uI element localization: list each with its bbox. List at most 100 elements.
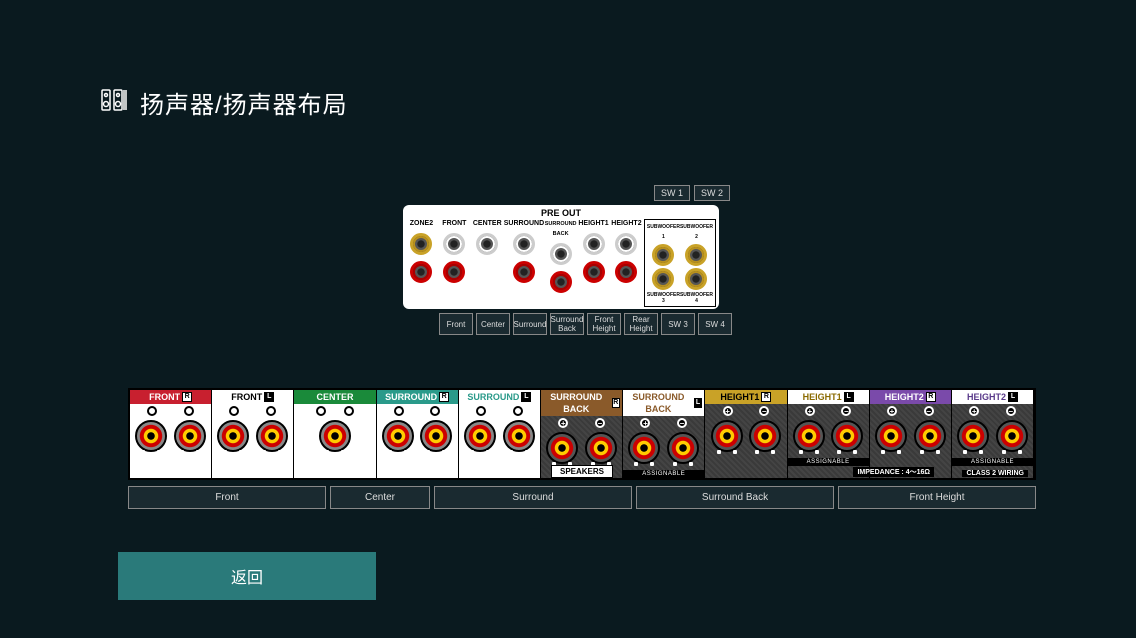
speaker-terminal [831,420,863,452]
preout-panel: PRE OUT ZONE2 FRONT CENTER SURROUND [403,205,719,309]
channel-badge: R [612,398,621,408]
assignable-label: ASSIGNABLE [788,458,869,466]
jack-sub3 [652,268,674,290]
preout-section: SW 1 SW 2 PRE OUT ZONE2 FRONT CENTER SUR… [403,185,732,335]
jack-sb-l [550,243,572,265]
jack-center [476,233,498,255]
preout-button-row: Front Center Surround Surround Back Fron… [403,313,732,335]
polarity-plus: + [147,406,157,416]
speaker-terminal [667,432,699,464]
channel-badge: L [694,398,703,408]
jack-front-l [443,233,465,255]
jack-h2-r [615,261,637,283]
channel-badge: R [182,392,192,402]
speaker-terminal [628,432,660,464]
assignable-label: ASSIGNABLE [623,470,704,478]
speaker-terminal [464,420,496,452]
preout-btn-surround[interactable]: Surround [513,313,547,335]
channel-badge: L [1008,392,1018,402]
polarity-plus: + [476,406,486,416]
preout-col-surround: SURROUND [504,219,544,307]
speaker-terminal [420,420,452,452]
polarity-minus: − [344,406,354,416]
jack-h1-l [583,233,605,255]
speakers-section: FRONTR+−FRONTL+−CENTER+−SURROUNDR+−SURRO… [128,388,1036,509]
spk-col-height2-R: HEIGHT2R+− [870,390,952,478]
preout-col-height2: HEIGHT2 [610,219,643,307]
spk-header: FRONTL [212,390,293,404]
channel-badge: L [844,392,854,402]
assignable-label: ASSIGNABLE [952,458,1033,466]
spk-header: SURROUND BACKR [541,390,622,416]
speaker-terminal [749,420,781,452]
spk-btn-center[interactable]: Center [330,486,430,509]
spk-header-label: CENTER [316,391,353,403]
spk-btn-frontheight[interactable]: Front Height [838,486,1036,509]
spk-col-height1-L: HEIGHT1L+−ASSIGNABLE [788,390,870,478]
spk-header-label: FRONT [231,391,262,403]
jack-surr-l [513,233,535,255]
spk-btn-surround[interactable]: Surround [434,486,632,509]
preout-btn-frontheight[interactable]: Front Height [587,313,621,335]
jack-sub4 [685,268,707,290]
sw1-button[interactable]: SW 1 [654,185,690,201]
spk-btn-surroundback[interactable]: Surround Back [636,486,834,509]
polarity-minus: − [841,406,851,416]
speakers-button-row: Front Center Surround Surround Back Fron… [128,486,1036,509]
jack-sb-r [550,271,572,293]
spk-header: HEIGHT1R [705,390,786,404]
preout-btn-center[interactable]: Center [476,313,510,335]
jack-sub1 [652,244,674,266]
preout-label-zone2: ZONE2 [410,219,433,229]
sw2-button[interactable]: SW 2 [694,185,730,201]
polarity-plus: + [394,406,404,416]
jack-zone2-2 [410,261,432,283]
spk-btn-front[interactable]: Front [128,486,326,509]
back-button[interactable]: 返回 [118,552,376,600]
impedance-label: IMPEDANCE : 4〜16Ω [853,467,934,477]
spk-header-label: SURROUND BACK [543,391,610,415]
preout-btn-rearheight[interactable]: Rear Height [624,313,658,335]
polarity-minus: − [513,406,523,416]
preout-btn-sw3[interactable]: SW 3 [661,313,695,335]
speaker-terminal [711,420,743,452]
spk-col-surroundback-L: SURROUND BACKL+−ASSIGNABLE [623,390,705,478]
speaker-terminal [793,420,825,452]
spk-col-surround-R: SURROUNDR+− [377,390,459,478]
preout-col-height1: HEIGHT1 [577,219,610,307]
spk-col-height1-R: HEIGHT1R+− [705,390,787,478]
class2-label: CLASS 2 WIRING [962,470,1028,477]
preout-label-surround: SURROUND [504,219,544,229]
preout-btn-front[interactable]: Front [439,313,473,335]
spk-header: HEIGHT2L [952,390,1033,404]
spk-header-label: SURROUND [467,391,519,403]
preout-label-surroundback: SURROUND BACK [544,219,577,239]
polarity-plus: + [558,418,568,428]
jack-h1-r [583,261,605,283]
spk-col-surroundback-R: SURROUND BACKR+− [541,390,623,478]
jack-sub2 [685,244,707,266]
polarity-plus: + [887,406,897,416]
channel-badge: R [926,392,936,402]
preout-label-center: CENTER [473,219,502,229]
page-header: 扬声器/扬声器布局 [100,85,348,120]
spk-header: SURROUNDR [377,390,458,404]
polarity-minus: − [1006,406,1016,416]
preout-btn-sw4[interactable]: SW 4 [698,313,732,335]
polarity-minus: − [924,406,934,416]
speaker-terminal [256,420,288,452]
speaker-terminal [957,420,989,452]
channel-badge: R [761,392,771,402]
channel-badge: L [264,392,274,402]
preout-btn-surroundback[interactable]: Surround Back [550,313,584,335]
jack-front-r [443,261,465,283]
preout-col-subwoofers: SUBWOOFER 1 SUBWOOFER 3 SUBWOOFER 2 SUBW… [643,219,717,307]
polarity-plus: + [316,406,326,416]
spk-header: CENTER [294,390,375,404]
speaker-terminal [382,420,414,452]
speaker-terminal [217,420,249,452]
polarity-minus: − [266,406,276,416]
spk-header-label: HEIGHT1 [803,391,842,403]
channel-badge: R [439,392,449,402]
speaker-layout-icon [100,86,128,119]
